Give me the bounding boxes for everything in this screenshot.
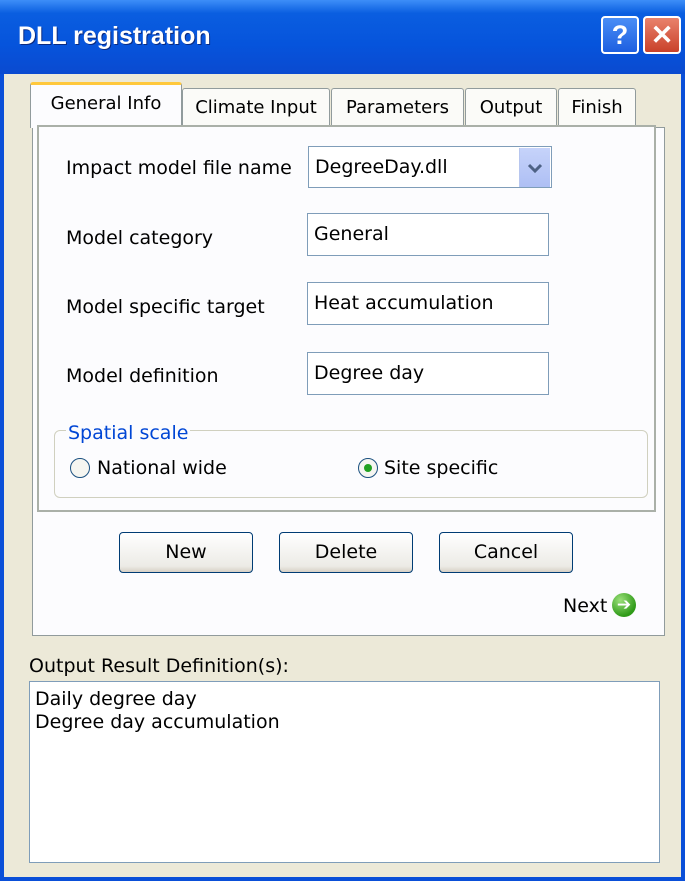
radio-selected-dot [364, 464, 372, 472]
spatial-scale-legend: Spatial scale [66, 422, 191, 444]
output-definitions-label: Output Result Definition(s): [29, 655, 289, 677]
content-layer: Impact model file name DegreeDay.dll Mod… [0, 0, 685, 881]
new-button[interactable]: New [119, 532, 253, 573]
file-name-label: Impact model file name [66, 157, 292, 179]
target-label: Model specific target [66, 296, 265, 318]
national-wide-radio[interactable] [70, 458, 90, 478]
model-target-field[interactable]: Heat accumulation [307, 282, 549, 325]
model-file-dropdown[interactable]: DegreeDay.dll [308, 146, 552, 188]
national-wide-label[interactable]: National wide [97, 457, 227, 479]
model-category-field[interactable]: General [307, 213, 549, 256]
site-specific-label[interactable]: Site specific [384, 457, 498, 479]
site-specific-radio[interactable] [358, 458, 378, 478]
next-label[interactable]: Next [563, 595, 607, 617]
list-item[interactable]: Degree day accumulation [35, 711, 654, 734]
definition-label: Model definition [66, 365, 219, 387]
delete-button[interactable]: Delete [279, 532, 413, 573]
category-label: Model category [66, 227, 214, 249]
model-file-value: DegreeDay.dll [315, 156, 448, 178]
list-item[interactable]: Daily degree day [35, 688, 654, 711]
cancel-button[interactable]: Cancel [439, 532, 573, 573]
arrow-right-icon[interactable]: ➔ [612, 593, 636, 617]
output-definitions-list[interactable]: Daily degree day Degree day accumulation [29, 681, 660, 863]
chevron-down-icon [527, 163, 543, 174]
dropdown-button[interactable] [519, 148, 550, 187]
model-definition-field[interactable]: Degree day [307, 352, 549, 395]
